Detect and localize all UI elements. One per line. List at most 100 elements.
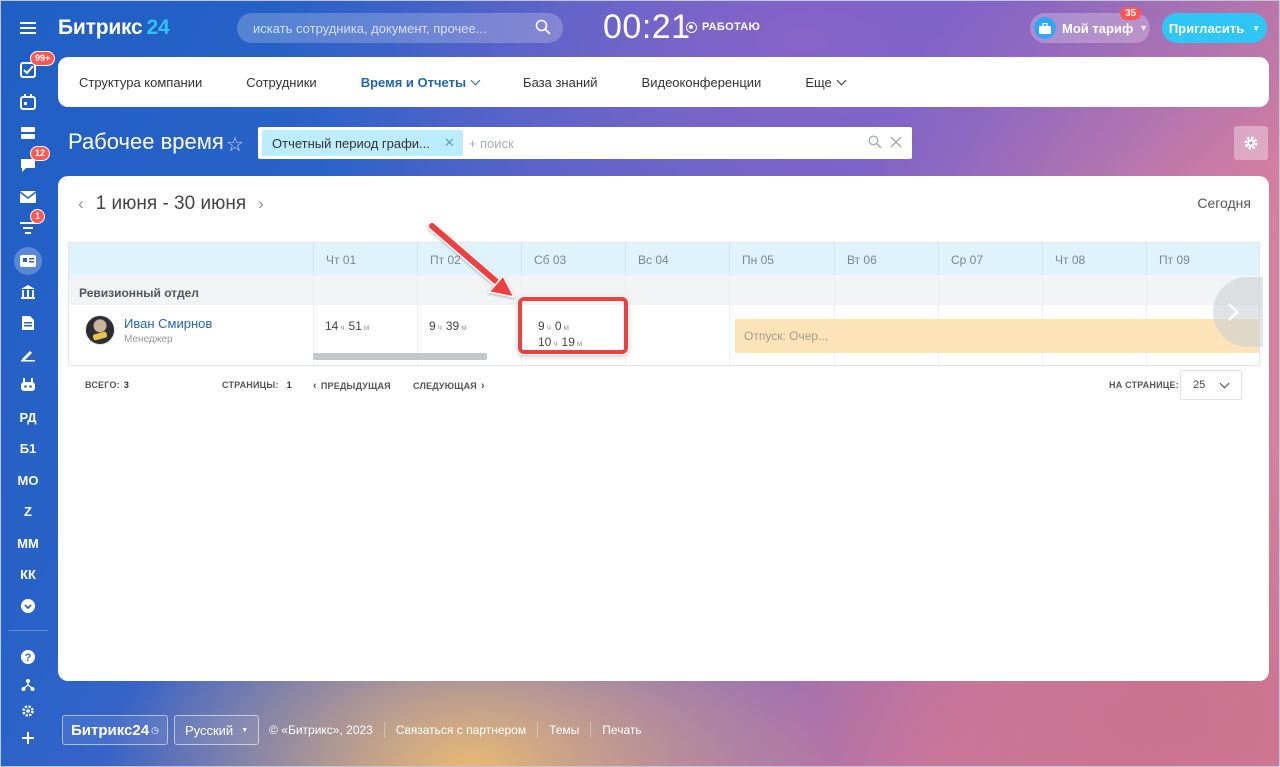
pagination-bar: ВСЕГО: 3 СТРАНИЦЫ: 1 ‹ ПРЕДЫДУЩАЯ СЛЕДУЮ… — [58, 370, 1269, 406]
chevron-left-icon: ‹ — [313, 380, 317, 392]
prev-period-icon[interactable]: ‹ — [78, 194, 84, 214]
prev-page-link[interactable]: ‹ ПРЕДЫДУЩАЯ — [313, 380, 391, 392]
sidebar-item-mm[interactable]: ММ — [14, 531, 42, 555]
clock-icon: ◷ — [151, 724, 159, 735]
period-label: 1 июня - 30 июня — [95, 193, 247, 214]
chevron-down-icon — [470, 75, 481, 85]
menu-icon[interactable] — [14, 16, 42, 40]
bitrix24-footer-logo[interactable]: Битрикс24 ◷ — [62, 715, 168, 745]
nav-more[interactable]: Еще — [805, 75, 847, 90]
structure-icon[interactable] — [14, 673, 42, 697]
gear-icon — [1244, 136, 1258, 150]
tasks-badge: 99+ — [30, 51, 56, 66]
sign-icon[interactable] — [14, 342, 42, 366]
bitrix24-logo[interactable]: Битрикс 24 — [58, 16, 170, 40]
invite-button[interactable]: Пригласить ▼ — [1162, 13, 1267, 43]
page-settings-button[interactable] — [1234, 126, 1268, 160]
worktime-cell-actual[interactable]: 10 ч 19 м — [538, 335, 586, 349]
sidebar-item-mo[interactable]: МО — [14, 468, 42, 492]
more-icon[interactable] — [14, 594, 42, 618]
sidebar-item-z[interactable]: Z — [14, 499, 42, 523]
svg-text:?: ? — [25, 652, 32, 664]
tasks-icon[interactable]: 99+ — [14, 51, 56, 82]
sidebar-item-kk[interactable]: КК — [14, 562, 42, 586]
robot-icon[interactable] — [14, 373, 42, 397]
mail-icon[interactable] — [14, 185, 42, 209]
work-status[interactable]: РАБОТАЮ — [686, 21, 760, 33]
day-header: Чт 01 — [313, 243, 417, 275]
chat-icon[interactable]: 12 — [14, 146, 51, 177]
department-label: Ревизионный отдел — [79, 286, 199, 300]
horizontal-scrollbar[interactable] — [313, 353, 487, 360]
nav-time-reports[interactable]: Время и Отчеты — [361, 75, 481, 90]
today-button[interactable]: Сегодня — [1197, 195, 1251, 211]
chevron-right-icon — [1228, 303, 1239, 321]
work-clock[interactable]: 00:21 — [603, 8, 691, 47]
chip-close-icon[interactable]: ✕ — [444, 135, 455, 151]
feed-badge: 1 — [30, 209, 46, 224]
day-header: Пн 05 — [729, 243, 833, 275]
star-icon[interactable]: ☆ — [226, 132, 244, 157]
filter-search-input[interactable]: Отчетный период графи... ✕ + поиск — [258, 127, 912, 159]
day-header: Пт 09 — [1146, 243, 1250, 275]
per-page-select[interactable]: 25 — [1180, 370, 1242, 400]
timeman-icon[interactable] — [14, 247, 42, 275]
my-tariff-button[interactable]: Мой тариф ▼ 35 — [1030, 7, 1150, 43]
chevron-right-icon: › — [480, 380, 485, 392]
nav-employees[interactable]: Сотрудники — [246, 75, 316, 90]
sidebar-item-rd[interactable]: РД — [14, 405, 42, 429]
search-icon[interactable] — [868, 135, 882, 152]
feed-icon[interactable]: 1 — [14, 209, 46, 240]
period-navigator: ‹ 1 июня - 30 июня › — [78, 193, 264, 215]
settings-icon[interactable] — [14, 699, 42, 723]
avatar[interactable] — [85, 315, 115, 345]
nav-videoconferences[interactable]: Видеоконференции — [642, 75, 762, 90]
day-header: Вс 04 — [625, 243, 729, 275]
language-select[interactable]: Русский ▼ — [173, 715, 260, 745]
worktime-cell[interactable]: 9 ч 39 м — [429, 319, 471, 333]
worktime-report-panel: ‹ 1 июня - 30 июня › Сегодня Чт 01 Пт 02… — [58, 176, 1269, 681]
clear-icon[interactable] — [890, 135, 902, 152]
themes-link[interactable]: Темы — [537, 722, 590, 738]
chevron-down-icon: ▼ — [1139, 23, 1149, 33]
search-icon[interactable] — [535, 19, 551, 38]
print-link[interactable]: Печать — [590, 722, 652, 738]
drive-icon[interactable] — [14, 121, 42, 145]
nav-company-structure[interactable]: Структура компании — [79, 75, 202, 90]
company-icon[interactable] — [14, 280, 42, 304]
day-header: Вт 06 — [834, 243, 938, 275]
worktime-grid: Чт 01 Пт 02 Сб 03 Вс 04 Пн 05 Вт 06 Ср 0… — [68, 242, 1260, 366]
document-icon[interactable] — [14, 311, 42, 335]
chevron-down-icon: ▼ — [241, 726, 249, 734]
day-header: Чт 08 — [1042, 243, 1146, 275]
vacation-bar[interactable]: Отпуск: Очер... — [735, 319, 1259, 353]
tariff-badge: 35 — [1120, 7, 1142, 20]
day-header: Сб 03 — [521, 243, 625, 275]
chat-badge: 12 — [30, 146, 51, 161]
filter-chip[interactable]: Отчетный период графи... ✕ — [262, 130, 463, 156]
department-row: Ревизионный отдел — [69, 275, 1259, 305]
chevron-down-icon — [1219, 378, 1230, 388]
page-number[interactable]: 1 — [287, 380, 292, 390]
page-footer: Битрикс24 ◷ Русский ▼ © «Битрикс», 2023 С… — [62, 715, 653, 745]
day-header: Ср 07 — [938, 243, 1042, 275]
next-period-icon[interactable]: › — [258, 194, 264, 214]
total-count: 3 — [123, 380, 130, 390]
global-search-input[interactable]: искать сотрудника, документ, прочее... — [237, 13, 563, 43]
chevron-down-icon — [836, 75, 847, 85]
left-sidebar: 99+ 12 1 РД Б1 МО Z ММ КК ? — [0, 0, 56, 767]
status-dot-icon — [686, 21, 697, 33]
worktime-cell-scheduled[interactable]: 9ч0м — [538, 319, 573, 333]
help-icon[interactable]: ? — [14, 645, 42, 669]
top-navigation: Структура компании Сотрудники Время и От… — [58, 57, 1269, 107]
add-icon[interactable] — [14, 726, 42, 750]
worktime-cell[interactable]: 14 ч 51 м — [325, 319, 373, 333]
next-page-link[interactable]: СЛЕДУЮЩАЯ › — [413, 380, 485, 392]
contact-partner-link[interactable]: Связаться с партнером — [383, 722, 537, 738]
sidebar-item-b1[interactable]: Б1 — [14, 436, 42, 460]
employee-name-link[interactable]: Иван Смирнов — [124, 316, 212, 331]
day-header: Пт 02 — [417, 243, 521, 275]
calendar-icon[interactable] — [14, 90, 42, 114]
nav-knowledge-base[interactable]: База знаний — [523, 75, 598, 90]
page-title: Рабочее время — [68, 129, 224, 154]
